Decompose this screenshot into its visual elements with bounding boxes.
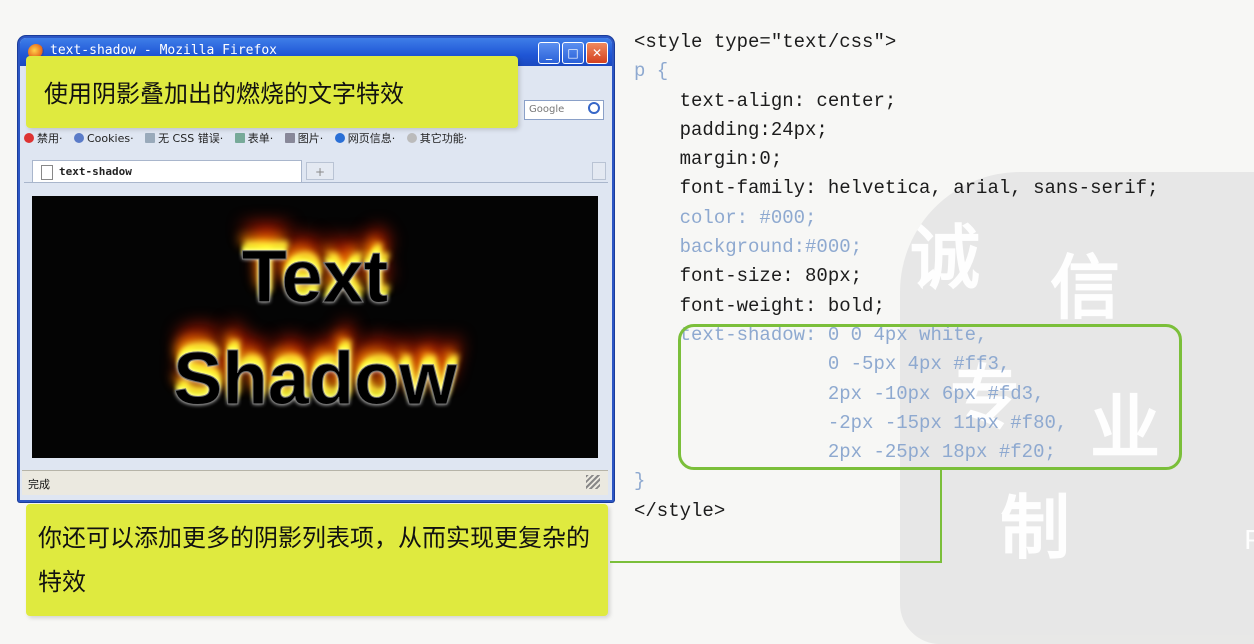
code-line: </style>	[634, 499, 726, 522]
code-line: color: #000;	[634, 206, 817, 229]
fire-text-line2: Shadow	[173, 337, 458, 420]
maximize-button[interactable]: □	[562, 42, 584, 64]
code-line: padding:24px;	[634, 118, 828, 141]
css-icon	[145, 133, 156, 143]
code-line: text-align: center;	[634, 89, 897, 112]
connector-line	[610, 561, 942, 563]
toolbar-item-css[interactable]: 无 CSS 错误·	[145, 130, 223, 146]
misc-icon	[406, 133, 417, 143]
forms-icon	[234, 133, 245, 143]
status-text: 完成	[28, 478, 50, 491]
tab-bar: text-shadow +	[24, 158, 608, 183]
tab-list-button[interactable]	[592, 162, 606, 180]
callout-bottom: 你还可以添加更多的阴影列表项，从而实现更复杂的特效	[26, 504, 608, 616]
code-line: font-size: 80px;	[634, 265, 863, 288]
new-tab-button[interactable]: +	[306, 162, 334, 180]
watermark-text: PF	[1244, 524, 1254, 555]
info-icon	[334, 133, 345, 143]
toolbar-item-images[interactable]: 图片·	[284, 130, 323, 146]
webdev-toolbar: 禁用· Cookies· 无 CSS 错误· 表单· 图片· 网页信息· 其它功…	[24, 130, 608, 152]
fire-text-line1: Text	[241, 235, 389, 318]
toolbar-item-forms[interactable]: 表单·	[234, 130, 273, 146]
tab-text-shadow[interactable]: text-shadow	[32, 160, 302, 182]
toolbar-item-cookies[interactable]: Cookies·	[74, 132, 134, 145]
toolbar-item-info[interactable]: 网页信息·	[334, 130, 395, 146]
connector-line	[940, 470, 942, 562]
code-line: font-weight: bold;	[634, 294, 885, 317]
code-line: <style type="text/css">	[634, 31, 897, 53]
page-icon	[41, 165, 53, 180]
toolbar-item-disable[interactable]: 禁用·	[24, 130, 63, 146]
close-button[interactable]: ✕	[586, 42, 608, 64]
code-line: p {	[634, 60, 669, 83]
images-icon	[284, 133, 295, 143]
disable-icon	[24, 133, 34, 143]
code-line: background:#000;	[634, 236, 863, 259]
status-bar: 完成	[22, 470, 608, 495]
code-line: }	[634, 470, 646, 493]
search-placeholder: Google	[529, 104, 565, 115]
minimize-button[interactable]: _	[538, 42, 560, 64]
toolbar-item-misc[interactable]: 其它功能·	[406, 130, 467, 146]
cookies-icon	[74, 133, 84, 143]
page-content: Text Shadow	[32, 196, 598, 458]
code-highlight-box	[678, 324, 1182, 470]
search-icon[interactable]	[588, 102, 600, 114]
code-line: font-family: helvetica, arial, sans-seri…	[634, 177, 1159, 200]
code-line: margin:0;	[634, 148, 783, 171]
resize-grip-icon[interactable]	[586, 475, 600, 489]
search-input[interactable]: Google	[524, 100, 604, 120]
callout-top: 使用阴影叠加出的燃烧的文字特效	[26, 56, 518, 128]
tab-label: text-shadow	[59, 165, 132, 178]
